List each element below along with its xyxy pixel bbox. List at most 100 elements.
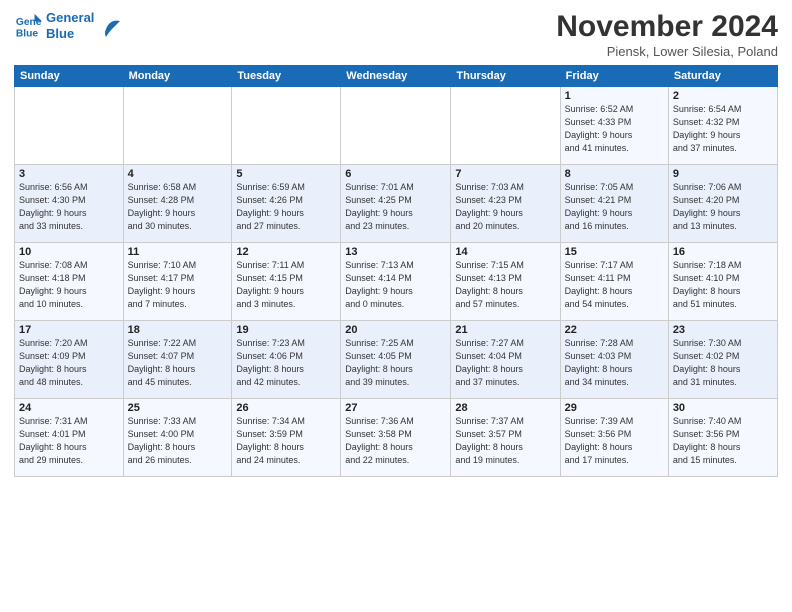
day-number: 19: [236, 324, 336, 336]
calendar-week-1: 1Sunrise: 6:52 AM Sunset: 4:33 PM Daylig…: [15, 87, 778, 165]
day-number: 22: [565, 324, 664, 336]
calendar-week-4: 17Sunrise: 7:20 AM Sunset: 4:09 PM Dayli…: [15, 321, 778, 399]
day-info: Sunrise: 7:22 AM Sunset: 4:07 PM Dayligh…: [128, 337, 228, 389]
calendar-cell: 3Sunrise: 6:56 AM Sunset: 4:30 PM Daylig…: [15, 165, 124, 243]
calendar-cell: 7Sunrise: 7:03 AM Sunset: 4:23 PM Daylig…: [451, 165, 560, 243]
day-number: 23: [673, 324, 773, 336]
calendar-cell: 9Sunrise: 7:06 AM Sunset: 4:20 PM Daylig…: [668, 165, 777, 243]
calendar-header-monday: Monday: [123, 66, 232, 87]
day-number: 13: [345, 246, 446, 258]
day-number: 10: [19, 246, 119, 258]
title-block: November 2024 Piensk, Lower Silesia, Pol…: [556, 10, 778, 59]
calendar-week-5: 24Sunrise: 7:31 AM Sunset: 4:01 PM Dayli…: [15, 399, 778, 477]
logo-icon: General Blue: [14, 12, 42, 40]
day-info: Sunrise: 7:08 AM Sunset: 4:18 PM Dayligh…: [19, 259, 119, 311]
calendar-cell: 10Sunrise: 7:08 AM Sunset: 4:18 PM Dayli…: [15, 243, 124, 321]
calendar-cell: [15, 87, 124, 165]
day-info: Sunrise: 7:37 AM Sunset: 3:57 PM Dayligh…: [455, 415, 555, 467]
calendar-cell: 13Sunrise: 7:13 AM Sunset: 4:14 PM Dayli…: [341, 243, 451, 321]
calendar-cell: 22Sunrise: 7:28 AM Sunset: 4:03 PM Dayli…: [560, 321, 668, 399]
day-number: 18: [128, 324, 228, 336]
day-info: Sunrise: 6:59 AM Sunset: 4:26 PM Dayligh…: [236, 181, 336, 233]
day-number: 12: [236, 246, 336, 258]
day-info: Sunrise: 7:39 AM Sunset: 3:56 PM Dayligh…: [565, 415, 664, 467]
calendar-cell: 24Sunrise: 7:31 AM Sunset: 4:01 PM Dayli…: [15, 399, 124, 477]
day-number: 14: [455, 246, 555, 258]
calendar-cell: 29Sunrise: 7:39 AM Sunset: 3:56 PM Dayli…: [560, 399, 668, 477]
day-number: 28: [455, 402, 555, 414]
day-number: 20: [345, 324, 446, 336]
calendar-cell: 17Sunrise: 7:20 AM Sunset: 4:09 PM Dayli…: [15, 321, 124, 399]
day-info: Sunrise: 7:36 AM Sunset: 3:58 PM Dayligh…: [345, 415, 446, 467]
calendar-cell: 12Sunrise: 7:11 AM Sunset: 4:15 PM Dayli…: [232, 243, 341, 321]
calendar-cell: 18Sunrise: 7:22 AM Sunset: 4:07 PM Dayli…: [123, 321, 232, 399]
calendar-cell: 6Sunrise: 7:01 AM Sunset: 4:25 PM Daylig…: [341, 165, 451, 243]
calendar-cell: 26Sunrise: 7:34 AM Sunset: 3:59 PM Dayli…: [232, 399, 341, 477]
logo-bird-icon: [98, 15, 120, 37]
day-info: Sunrise: 7:18 AM Sunset: 4:10 PM Dayligh…: [673, 259, 773, 311]
day-number: 1: [565, 90, 664, 102]
calendar-table: SundayMondayTuesdayWednesdayThursdayFrid…: [14, 65, 778, 477]
calendar-week-2: 3Sunrise: 6:56 AM Sunset: 4:30 PM Daylig…: [15, 165, 778, 243]
calendar-cell: 5Sunrise: 6:59 AM Sunset: 4:26 PM Daylig…: [232, 165, 341, 243]
month-title: November 2024: [556, 10, 778, 44]
header: General Blue General Blue November 2024 …: [14, 10, 778, 59]
day-number: 3: [19, 168, 119, 180]
day-number: 4: [128, 168, 228, 180]
location-subtitle: Piensk, Lower Silesia, Poland: [556, 44, 778, 59]
day-number: 16: [673, 246, 773, 258]
day-number: 29: [565, 402, 664, 414]
calendar-cell: 1Sunrise: 6:52 AM Sunset: 4:33 PM Daylig…: [560, 87, 668, 165]
calendar-header-saturday: Saturday: [668, 66, 777, 87]
calendar-cell: 25Sunrise: 7:33 AM Sunset: 4:00 PM Dayli…: [123, 399, 232, 477]
calendar-cell: 30Sunrise: 7:40 AM Sunset: 3:56 PM Dayli…: [668, 399, 777, 477]
day-info: Sunrise: 6:56 AM Sunset: 4:30 PM Dayligh…: [19, 181, 119, 233]
calendar-cell: [451, 87, 560, 165]
calendar-header-friday: Friday: [560, 66, 668, 87]
day-info: Sunrise: 7:27 AM Sunset: 4:04 PM Dayligh…: [455, 337, 555, 389]
calendar-cell: 20Sunrise: 7:25 AM Sunset: 4:05 PM Dayli…: [341, 321, 451, 399]
calendar-header-row: SundayMondayTuesdayWednesdayThursdayFrid…: [15, 66, 778, 87]
day-number: 25: [128, 402, 228, 414]
day-info: Sunrise: 7:10 AM Sunset: 4:17 PM Dayligh…: [128, 259, 228, 311]
day-number: 30: [673, 402, 773, 414]
day-number: 11: [128, 246, 228, 258]
svg-text:Blue: Blue: [16, 28, 39, 39]
calendar-header-wednesday: Wednesday: [341, 66, 451, 87]
day-info: Sunrise: 7:25 AM Sunset: 4:05 PM Dayligh…: [345, 337, 446, 389]
calendar-week-3: 10Sunrise: 7:08 AM Sunset: 4:18 PM Dayli…: [15, 243, 778, 321]
day-number: 27: [345, 402, 446, 414]
day-info: Sunrise: 7:28 AM Sunset: 4:03 PM Dayligh…: [565, 337, 664, 389]
day-number: 5: [236, 168, 336, 180]
main-container: General Blue General Blue November 2024 …: [0, 0, 792, 612]
calendar-cell: 14Sunrise: 7:15 AM Sunset: 4:13 PM Dayli…: [451, 243, 560, 321]
calendar-cell: [123, 87, 232, 165]
calendar-header-sunday: Sunday: [15, 66, 124, 87]
calendar-cell: 28Sunrise: 7:37 AM Sunset: 3:57 PM Dayli…: [451, 399, 560, 477]
logo: General Blue General Blue: [14, 10, 120, 41]
day-info: Sunrise: 7:15 AM Sunset: 4:13 PM Dayligh…: [455, 259, 555, 311]
day-info: Sunrise: 7:03 AM Sunset: 4:23 PM Dayligh…: [455, 181, 555, 233]
day-info: Sunrise: 7:33 AM Sunset: 4:00 PM Dayligh…: [128, 415, 228, 467]
day-info: Sunrise: 7:13 AM Sunset: 4:14 PM Dayligh…: [345, 259, 446, 311]
logo-general: General: [46, 10, 94, 25]
day-info: Sunrise: 7:06 AM Sunset: 4:20 PM Dayligh…: [673, 181, 773, 233]
day-number: 15: [565, 246, 664, 258]
calendar-cell: 27Sunrise: 7:36 AM Sunset: 3:58 PM Dayli…: [341, 399, 451, 477]
day-info: Sunrise: 7:30 AM Sunset: 4:02 PM Dayligh…: [673, 337, 773, 389]
day-info: Sunrise: 7:20 AM Sunset: 4:09 PM Dayligh…: [19, 337, 119, 389]
calendar-cell: 23Sunrise: 7:30 AM Sunset: 4:02 PM Dayli…: [668, 321, 777, 399]
day-info: Sunrise: 7:34 AM Sunset: 3:59 PM Dayligh…: [236, 415, 336, 467]
calendar-cell: [341, 87, 451, 165]
logo-blue: Blue: [46, 26, 94, 42]
day-info: Sunrise: 7:11 AM Sunset: 4:15 PM Dayligh…: [236, 259, 336, 311]
day-info: Sunrise: 6:54 AM Sunset: 4:32 PM Dayligh…: [673, 103, 773, 155]
day-info: Sunrise: 7:01 AM Sunset: 4:25 PM Dayligh…: [345, 181, 446, 233]
day-number: 26: [236, 402, 336, 414]
day-number: 24: [19, 402, 119, 414]
day-number: 6: [345, 168, 446, 180]
day-number: 2: [673, 90, 773, 102]
day-number: 17: [19, 324, 119, 336]
calendar-cell: [232, 87, 341, 165]
day-info: Sunrise: 7:05 AM Sunset: 4:21 PM Dayligh…: [565, 181, 664, 233]
